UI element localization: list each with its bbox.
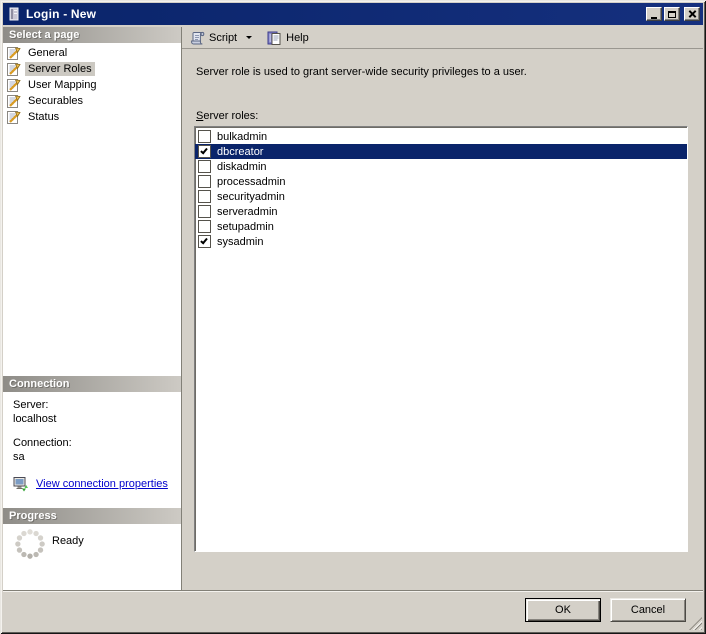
role-name: securityadmin (217, 190, 285, 203)
server-role-row[interactable]: dbcreator (195, 144, 687, 159)
sidebar: Select a page General Server Roles User … (3, 27, 182, 590)
page-icon (6, 77, 22, 93)
role-checkbox[interactable] (198, 145, 211, 158)
ok-button[interactable]: OK (525, 598, 601, 622)
role-name: bulkadmin (217, 130, 268, 143)
progress-spinner-icon (13, 527, 47, 561)
help-icon (266, 30, 282, 46)
close-button[interactable] (684, 7, 700, 21)
server-role-row[interactable]: processadmin (195, 174, 687, 189)
maximize-icon (668, 10, 676, 18)
server-value: localhost (13, 413, 57, 425)
connection-label: Connection: (13, 437, 72, 449)
role-name: serveradmin (217, 205, 278, 218)
role-name: dbcreator (217, 145, 264, 158)
server-role-row[interactable]: serveradmin (195, 204, 687, 219)
role-name: sysadmin (217, 235, 264, 248)
sidebar-page-item[interactable]: Server Roles (3, 61, 181, 77)
window-controls (646, 7, 700, 21)
checkmark-icon (200, 236, 208, 245)
connection-value: sa (13, 451, 25, 463)
role-checkbox[interactable] (198, 130, 211, 143)
sidebar-page-item[interactable]: Securables (3, 93, 181, 109)
role-name: setupadmin (217, 220, 274, 233)
connection-panel: Server: localhost Connection: sa View co… (3, 392, 181, 508)
minimize-button[interactable] (646, 7, 662, 21)
script-icon (189, 30, 205, 46)
server-label: Server: (13, 399, 49, 411)
role-checkbox[interactable] (198, 175, 211, 188)
role-checkbox[interactable] (198, 160, 211, 173)
server-role-row[interactable]: securityadmin (195, 189, 687, 204)
server-role-row[interactable]: setupadmin (195, 219, 687, 234)
connection-properties-icon (13, 476, 29, 492)
footer-divider (3, 590, 703, 592)
cancel-button[interactable]: Cancel (610, 598, 686, 622)
sidebar-page-label: Securables (28, 95, 84, 107)
help-label: Help (286, 31, 309, 44)
login-new-dialog: Login - New Select a page General Server… (0, 0, 706, 634)
progress-header: Progress (3, 508, 181, 524)
server-role-row[interactable]: bulkadmin (195, 129, 687, 144)
role-checkbox[interactable] (198, 235, 211, 248)
sidebar-page-label: Status (28, 111, 60, 123)
page-list: General Server Roles User Mapping Secura… (3, 43, 181, 376)
role-name: processadmin (217, 175, 286, 188)
script-label: Script (209, 31, 238, 44)
page-icon (6, 61, 22, 77)
progress-panel: Ready (3, 524, 181, 590)
help-button[interactable]: Help (264, 28, 311, 48)
page-icon (6, 93, 22, 109)
progress-status: Ready (52, 535, 84, 547)
role-checkbox[interactable] (198, 220, 211, 233)
page-icon (6, 109, 22, 125)
toolbar: Script Help (182, 27, 703, 49)
select-a-page-header: Select a page (3, 27, 181, 43)
resize-grip[interactable] (689, 617, 702, 630)
script-button[interactable]: Script (187, 28, 254, 48)
view-connection-properties-link[interactable]: View connection properties (36, 478, 168, 490)
sidebar-page-label: Server Roles (25, 62, 95, 76)
window-icon (6, 6, 22, 22)
sidebar-page-item[interactable]: User Mapping (3, 77, 181, 93)
sidebar-page-item[interactable]: Status (3, 109, 181, 125)
page-description: Server role is used to grant server-wide… (196, 66, 527, 78)
role-name: diskadmin (217, 160, 267, 173)
page-icon (6, 45, 22, 61)
script-dropdown-arrow[interactable] (246, 36, 253, 39)
server-role-row[interactable]: sysadmin (195, 234, 687, 249)
maximize-button[interactable] (664, 7, 680, 21)
window-title: Login - New (26, 7, 97, 21)
role-checkbox[interactable] (198, 190, 211, 203)
server-role-row[interactable]: diskadmin (195, 159, 687, 174)
minimize-icon (651, 16, 657, 19)
role-checkbox[interactable] (198, 205, 211, 218)
title-bar[interactable]: Login - New (3, 3, 703, 25)
server-roles-label: Server roles: (196, 110, 259, 122)
server-roles-listbox[interactable]: bulkadmin dbcreator diskadmin processadm… (194, 126, 688, 552)
sidebar-page-label: User Mapping (28, 79, 97, 91)
sidebar-page-item[interactable]: General (3, 45, 181, 61)
checkmark-icon (200, 146, 208, 155)
connection-header: Connection (3, 376, 181, 392)
sidebar-page-label: General (28, 47, 68, 59)
close-icon (688, 10, 697, 18)
